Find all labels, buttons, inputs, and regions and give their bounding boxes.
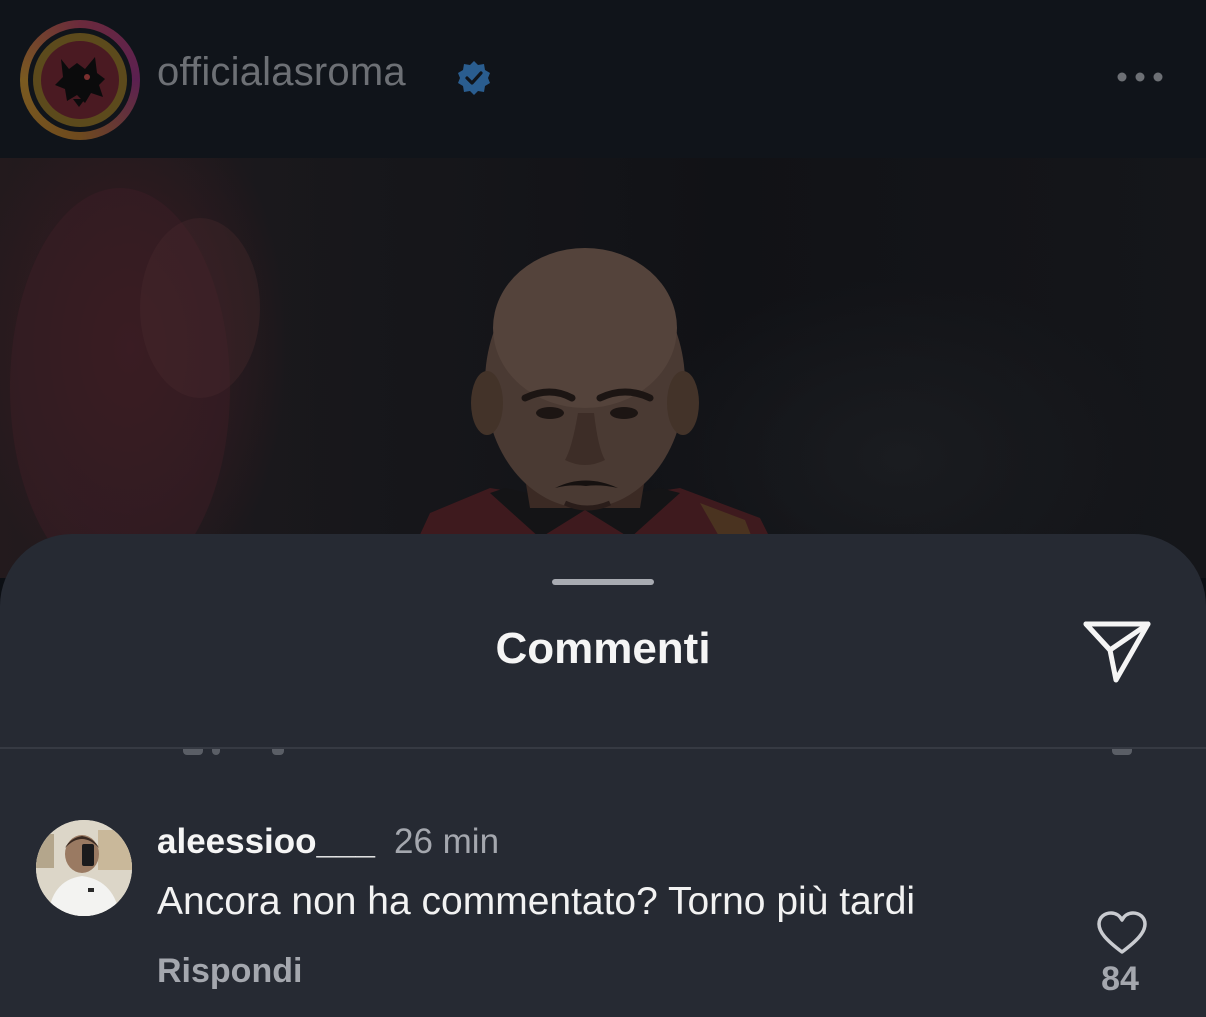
commenter-avatar[interactable] [36, 820, 132, 916]
scrolled-comment-remnant [0, 749, 1206, 763]
cutoff-text-fragment [272, 749, 284, 755]
commenter-photo [36, 820, 132, 916]
comment-text: Ancora non ha commentato? Torno più tard… [157, 880, 916, 923]
cutoff-count-fragment [1112, 749, 1132, 755]
cutoff-text-fragment [183, 749, 203, 755]
cutoff-text-fragment [212, 749, 220, 755]
comment-timestamp: 26 min [394, 822, 500, 861]
verified-badge-icon [458, 61, 490, 95]
account-username[interactable]: officialasroma [157, 50, 406, 95]
instagram-post-screen: officialasroma Commenti aleessioo___ 26 … [0, 0, 1206, 1017]
reply-button[interactable]: Rispondi [157, 952, 302, 991]
comment-item: aleessioo___ 26 min Ancora non ha commen… [0, 814, 1206, 1014]
paper-plane-share-icon[interactable] [1080, 618, 1154, 686]
player-photo-illustration [10, 188, 790, 578]
post-header: officialasroma [0, 0, 1206, 158]
more-options-icon[interactable] [1110, 60, 1170, 94]
club-logo-avatar[interactable] [33, 33, 127, 127]
post-photo[interactable] [0, 158, 1206, 578]
comments-sheet: Commenti aleessioo___ 26 min Ancora non … [0, 534, 1206, 1017]
wolf-icon [55, 57, 105, 107]
heart-like-icon[interactable] [1096, 910, 1148, 956]
drag-handle[interactable] [552, 579, 654, 585]
sheet-title: Commenti [495, 624, 711, 673]
comment-username[interactable]: aleessioo___ [157, 822, 375, 862]
like-count: 84 [1101, 960, 1139, 998]
